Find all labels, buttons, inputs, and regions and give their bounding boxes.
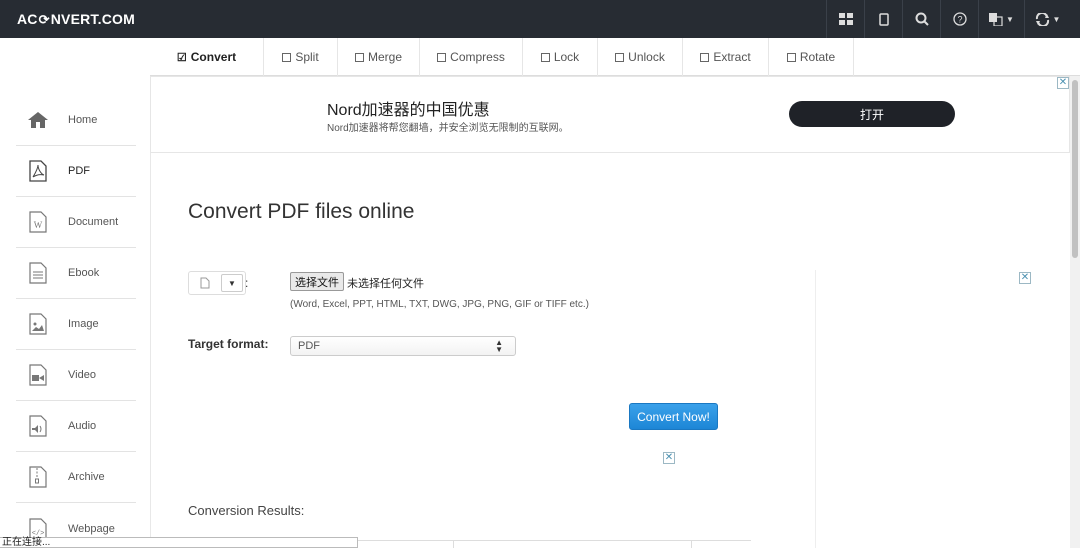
pdf-icon bbox=[27, 160, 49, 182]
ad-open-button[interactable]: 打开 bbox=[789, 101, 955, 127]
checkbox-icon bbox=[615, 52, 625, 62]
file-source-picker[interactable]: ▼ bbox=[188, 271, 246, 295]
tab-rotate[interactable]: Rotate bbox=[769, 38, 854, 76]
svg-text:?: ? bbox=[957, 15, 962, 25]
checkbox-icon bbox=[700, 52, 710, 62]
mobile-icon[interactable] bbox=[864, 0, 902, 38]
sidebar-item-archive[interactable]: Archive bbox=[16, 452, 136, 503]
sidebar-item-label: Ebook bbox=[68, 267, 100, 279]
sidebar-item-video[interactable]: Video bbox=[16, 350, 136, 401]
conversion-results-label: Conversion Results: bbox=[188, 503, 305, 518]
tab-compress[interactable]: Compress bbox=[420, 38, 523, 76]
audio-icon bbox=[27, 415, 49, 437]
close-icon[interactable]: ✕ bbox=[1019, 272, 1031, 284]
help-icon[interactable]: ? bbox=[940, 0, 978, 38]
sync-logo-icon: ⟳ bbox=[38, 12, 50, 27]
sidebar-item-label: Video bbox=[68, 369, 96, 381]
search-icon[interactable] bbox=[902, 0, 940, 38]
sidebar-item-document[interactable]: W Document bbox=[16, 197, 136, 248]
checkbox-icon bbox=[354, 52, 364, 62]
image-icon bbox=[27, 313, 49, 335]
sidebar-item-pdf[interactable]: PDF bbox=[16, 146, 136, 197]
sidebar-item-image[interactable]: Image bbox=[16, 299, 136, 350]
target-format-select[interactable]: PDF ▲ ▼ bbox=[290, 336, 516, 356]
no-file-text: 未选择任何文件 bbox=[347, 278, 424, 290]
home-icon bbox=[27, 109, 49, 131]
chevron-down-icon[interactable]: ▼ bbox=[221, 274, 243, 292]
video-icon bbox=[27, 364, 49, 386]
picker-colon: : bbox=[245, 276, 249, 290]
logo-text-right: NVERT.COM bbox=[50, 11, 135, 27]
sidebar-item-home[interactable]: Home bbox=[16, 95, 136, 146]
checkbox-icon bbox=[540, 52, 550, 62]
sidebar-item-label: Home bbox=[68, 114, 98, 126]
browser-status-bar: 正在连接... bbox=[0, 537, 358, 548]
site-logo[interactable]: AC⟳NVERT.COM bbox=[17, 11, 135, 28]
close-icon[interactable]: ✕ bbox=[1057, 77, 1069, 89]
results-table-column-divider bbox=[453, 540, 454, 548]
tab-merge[interactable]: Merge bbox=[338, 38, 420, 76]
file-icon bbox=[189, 272, 221, 294]
tab-unlock[interactable]: Unlock bbox=[598, 38, 683, 76]
tab-split[interactable]: Split bbox=[264, 38, 338, 76]
tab-lock[interactable]: Lock bbox=[523, 38, 598, 76]
category-sidebar: Home PDF W Document Ebook Image Video Au… bbox=[16, 95, 136, 554]
checked-box-icon: ☑ bbox=[176, 51, 187, 64]
checkbox-icon bbox=[786, 52, 796, 62]
sidebar-item-label: Image bbox=[68, 318, 99, 330]
ad-title: Nord加速器的中国优惠 bbox=[327, 102, 490, 119]
grid-icon[interactable] bbox=[826, 0, 864, 38]
checkbox-icon bbox=[282, 52, 292, 62]
chevron-down-icon: ▼ bbox=[1052, 14, 1061, 24]
ad-banner[interactable]: Nord加速器的中国优惠 Nord加速器将帮您翻墙，并安全浏览无限制的互联网。 … bbox=[150, 76, 1070, 153]
word-document-icon: W bbox=[27, 211, 49, 233]
language-icon[interactable]: ▼ bbox=[978, 0, 1024, 38]
choose-file-button[interactable]: 选择文件 bbox=[290, 272, 344, 291]
sidebar-item-audio[interactable]: Audio bbox=[16, 401, 136, 452]
target-format-value: PDF bbox=[298, 340, 320, 352]
logo-text-left: AC bbox=[17, 11, 38, 27]
sidebar-item-label: Document bbox=[68, 216, 119, 228]
close-icon[interactable]: ✕ bbox=[663, 452, 675, 464]
ad-subtitle: Nord加速器将帮您翻墙，并安全浏览无限制的互联网。 bbox=[327, 123, 569, 134]
results-table-top-border bbox=[358, 540, 751, 541]
tab-convert[interactable]: ☑ Convert bbox=[150, 38, 264, 76]
scrollbar-thumb[interactable] bbox=[1072, 80, 1078, 258]
top-icon-bar: ? ▼ ▼ bbox=[826, 0, 1070, 38]
svg-text:W: W bbox=[34, 220, 43, 230]
page-title: Convert PDF files online bbox=[188, 200, 415, 223]
refresh-icon[interactable]: ▼ bbox=[1024, 0, 1070, 38]
target-format-label: Target format: bbox=[188, 337, 269, 351]
right-column-divider bbox=[815, 270, 816, 548]
checkbox-icon bbox=[437, 52, 447, 62]
select-arrows-icon: ▲ ▼ bbox=[495, 338, 503, 354]
sidebar-divider bbox=[150, 153, 151, 548]
sidebar-item-label: PDF bbox=[68, 165, 90, 177]
archive-icon bbox=[27, 466, 49, 488]
supported-formats-text: (Word, Excel, PPT, HTML, TXT, DWG, JPG, … bbox=[290, 299, 589, 310]
sidebar-item-label: Webpage bbox=[68, 522, 115, 535]
chevron-down-icon: ▼ bbox=[1006, 14, 1014, 24]
tool-tabs: ☑ Convert Split Merge Compress Lock Unloc… bbox=[150, 38, 1080, 76]
ebook-icon bbox=[27, 262, 49, 284]
sidebar-item-label: Archive bbox=[68, 471, 105, 483]
top-navbar: AC⟳NVERT.COM ? ▼ ▼ bbox=[0, 0, 1080, 38]
sidebar-item-label: Audio bbox=[68, 420, 97, 432]
sidebar-item-ebook[interactable]: Ebook bbox=[16, 248, 136, 299]
convert-now-button[interactable]: Convert Now! bbox=[629, 403, 718, 430]
tab-extract[interactable]: Extract bbox=[683, 38, 769, 76]
results-table-column-divider bbox=[691, 540, 692, 548]
